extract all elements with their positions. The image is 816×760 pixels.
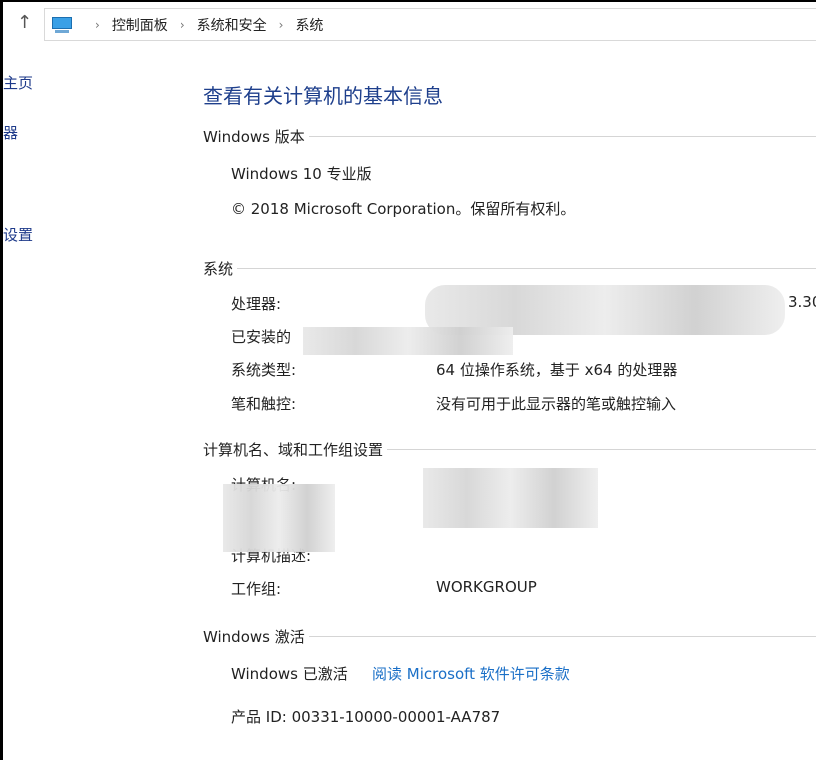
redacted-ram [303, 327, 513, 355]
workgroup-value: WORKGROUP [436, 578, 537, 596]
chevron-right-icon[interactable]: › [279, 18, 284, 32]
page-title: 查看有关计算机的基本信息 [203, 84, 443, 108]
breadcrumb-system-security[interactable]: 系统和安全 [197, 15, 267, 35]
chevron-right-icon[interactable]: › [95, 18, 100, 32]
edition-name: Windows 10 专业版 [231, 165, 372, 183]
address-bar[interactable]: › 控制面板 › 系统和安全 › 系统 [44, 8, 816, 41]
ram-label: 已安装的 [231, 328, 292, 346]
section-system: 系统 [203, 258, 816, 279]
copyright: © 2018 Microsoft Corporation。保留所有权利。 [231, 200, 576, 218]
redacted-computer-name-label [223, 484, 335, 552]
system-window: ↑ › 控制面板 › 系统和安全 › 系统 主页 器 设置 查看有关计算机的基本… [3, 2, 816, 760]
up-arrow-icon[interactable]: ↑ [17, 12, 32, 33]
breadcrumb-system[interactable]: 系统 [295, 15, 323, 35]
system-type-label: 系统类型: [231, 361, 297, 379]
sidebar-item-settings[interactable]: 设置 [3, 224, 33, 245]
system-type-value: 64 位操作系统，基于 x64 的处理器 [436, 361, 678, 379]
processor-value: 3.30 [788, 293, 816, 311]
chevron-right-icon[interactable]: › [180, 18, 185, 32]
section-computer-name: 计算机名、域和工作组设置 [203, 439, 816, 460]
processor-label: 处理器: [231, 295, 282, 313]
license-terms-link[interactable]: 阅读 Microsoft 软件许可条款 [372, 663, 570, 684]
activation-status: Windows 已激活 [231, 665, 348, 683]
product-id: 产品 ID: 00331-10000-00001-AA787 [231, 708, 501, 726]
sidebar-item-home[interactable]: 主页 [3, 72, 33, 93]
pen-touch-value: 没有可用于此显示器的笔或触控输入 [436, 395, 677, 413]
computer-icon [51, 16, 73, 33]
redacted-computer-name [423, 468, 598, 528]
pen-touch-label: 笔和触控: [231, 395, 297, 413]
sidebar-item-device-manager[interactable]: 器 [3, 122, 18, 143]
breadcrumb-control-panel[interactable]: 控制面板 [112, 15, 168, 35]
workgroup-label: 工作组: [231, 580, 282, 598]
section-edition: Windows 版本 [203, 126, 816, 147]
section-activation: Windows 激活 [203, 626, 816, 647]
